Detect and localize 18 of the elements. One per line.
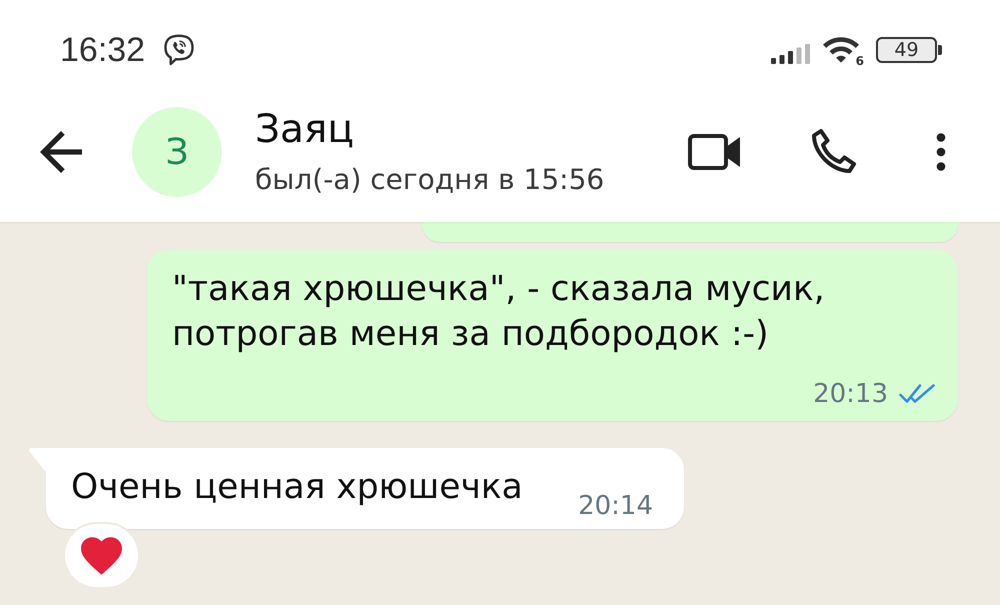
contact-name: Заяц (255, 107, 355, 153)
last-seen-text: был(-а) сегодня в 15:56 (255, 163, 604, 197)
menu-icon[interactable] (936, 133, 946, 171)
message-bubble[interactable]: "такая хрюшечка", - сказала мусик, потрогав меня за подбородок :-) 20:13 (147, 250, 958, 421)
video-camera-icon[interactable] (688, 134, 740, 170)
battery-indicator: 49 (876, 37, 942, 63)
message-text: "такая хрюшечка", - сказала мусик, потрогав меня за подбородок :-) (172, 268, 826, 356)
message-time: 20:13 (813, 378, 888, 411)
back-arrow-icon[interactable] (40, 131, 82, 173)
wifi-standard-label: 6 (856, 55, 864, 67)
message-time: 20:14 (578, 490, 653, 523)
phone-icon[interactable] (810, 129, 858, 175)
status-time: 16:32 (60, 30, 146, 70)
message-text: Очень ценная хрюшечка (71, 466, 523, 509)
contact-avatar[interactable]: З (132, 107, 222, 197)
phone-speech-bubble-icon (163, 34, 196, 66)
signal-bars-icon (770, 44, 811, 64)
message-bubble[interactable]: Очень ценная хрюшечка 20:14 (46, 448, 684, 529)
